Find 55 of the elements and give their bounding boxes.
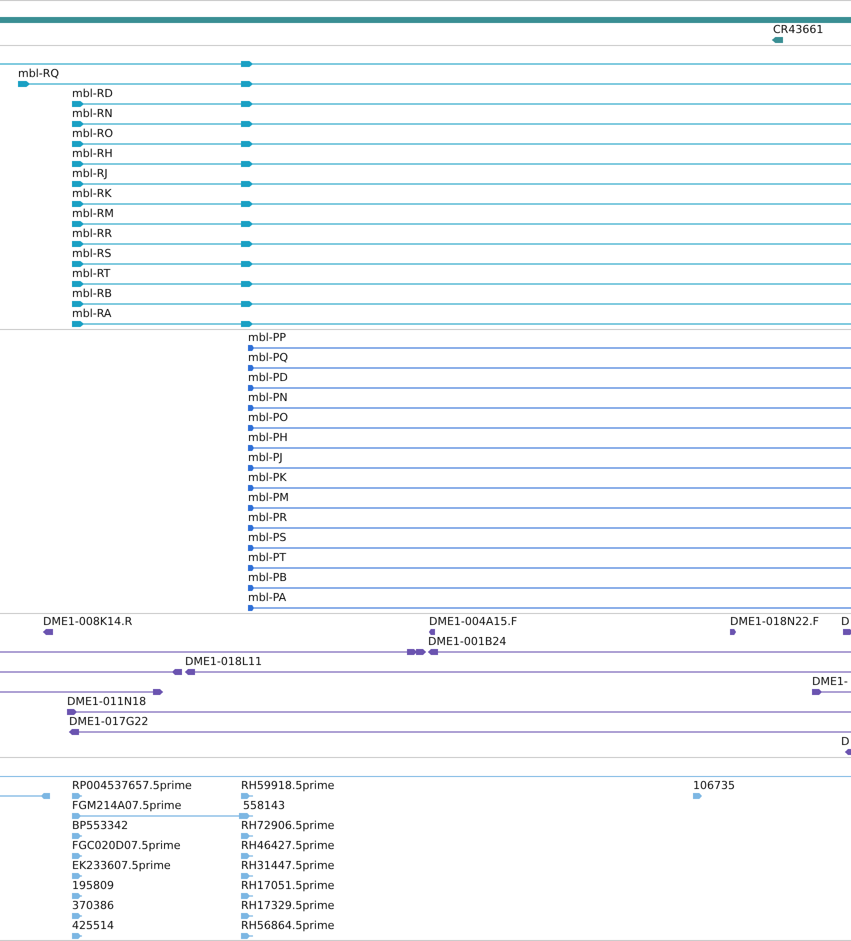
feature-label: mbl-PN (248, 391, 288, 404)
feature-label: RH59918.5prime (241, 779, 334, 792)
feature-label: DME1-011N18 (67, 695, 146, 708)
feature-label: RH72906.5prime (241, 819, 334, 832)
feature-label: RH46427.5prime (241, 839, 334, 852)
feature-label: 195809 (72, 879, 114, 892)
feature-label: RH56864.5prime (241, 919, 334, 932)
feature-label: mbl-RJ (72, 167, 108, 180)
feature-label: DME1-018N22.F (730, 615, 819, 628)
feature-label: mbl-RT (72, 267, 110, 280)
feature-label: mbl-RB (72, 287, 112, 300)
feature-label: mbl-PA (248, 591, 286, 604)
feature-label: D (841, 735, 850, 748)
feature-label: RH31447.5prime (241, 859, 334, 872)
feature-label: mbl-PB (248, 571, 287, 584)
feature-label: mbl-PR (248, 511, 287, 524)
feature-label: mbl-RO (72, 127, 114, 140)
feature-label: RH17329.5prime (241, 899, 334, 912)
feature-label: mbl-PT (248, 551, 286, 564)
feature-label: D (841, 615, 850, 628)
feature-label: mbl-PO (248, 411, 288, 424)
feature-label: DME1- (812, 675, 848, 688)
feature-label: mbl-RN (72, 107, 113, 120)
feature-label: 558143 (243, 799, 285, 812)
feature-label: mbl-PQ (248, 351, 288, 364)
feature-label: mbl-PK (248, 471, 287, 484)
feature-label: CR43661 (773, 23, 824, 36)
feature-label: mbl-RA (72, 307, 112, 320)
feature-label: DME1-001B24 (428, 635, 506, 648)
feature-label: FGM214A07.5prime (72, 799, 182, 812)
feature-label: DME1-018L11 (185, 655, 262, 668)
feature-label: BP553342 (72, 819, 128, 832)
feature-label: EK233607.5prime (72, 859, 171, 872)
feature-label: RH17051.5prime (241, 879, 334, 892)
feature-label: mbl-PP (248, 331, 286, 344)
feature-label: mbl-RR (72, 227, 112, 240)
feature-label: 425514 (72, 919, 114, 932)
feature-label: DME1-017G22 (69, 715, 148, 728)
feature-label: mbl-PJ (248, 451, 283, 464)
feature-label: DME1-008K14.R (43, 615, 132, 628)
feature-label: mbl-RK (72, 187, 112, 200)
feature-label: mbl-RH (72, 147, 113, 160)
feature-label: FGC020D07.5prime (72, 839, 181, 852)
feature-label: mbl-PS (248, 531, 286, 544)
feature-label: mbl-PD (248, 371, 288, 384)
feature-label: mbl-PH (248, 431, 288, 444)
feature-label: 106735 (693, 779, 735, 792)
feature-label: RP004537657.5prime (72, 779, 192, 792)
feature-label: mbl-PM (248, 491, 289, 504)
feature-label: mbl-RD (72, 87, 113, 100)
feature-label: mbl-RS (72, 247, 112, 260)
feature-label: mbl-RM (72, 207, 114, 220)
feature-label: 370386 (72, 899, 114, 912)
feature-label: DME1-004A15.F (429, 615, 518, 628)
feature-label: mbl-RQ (18, 67, 60, 80)
